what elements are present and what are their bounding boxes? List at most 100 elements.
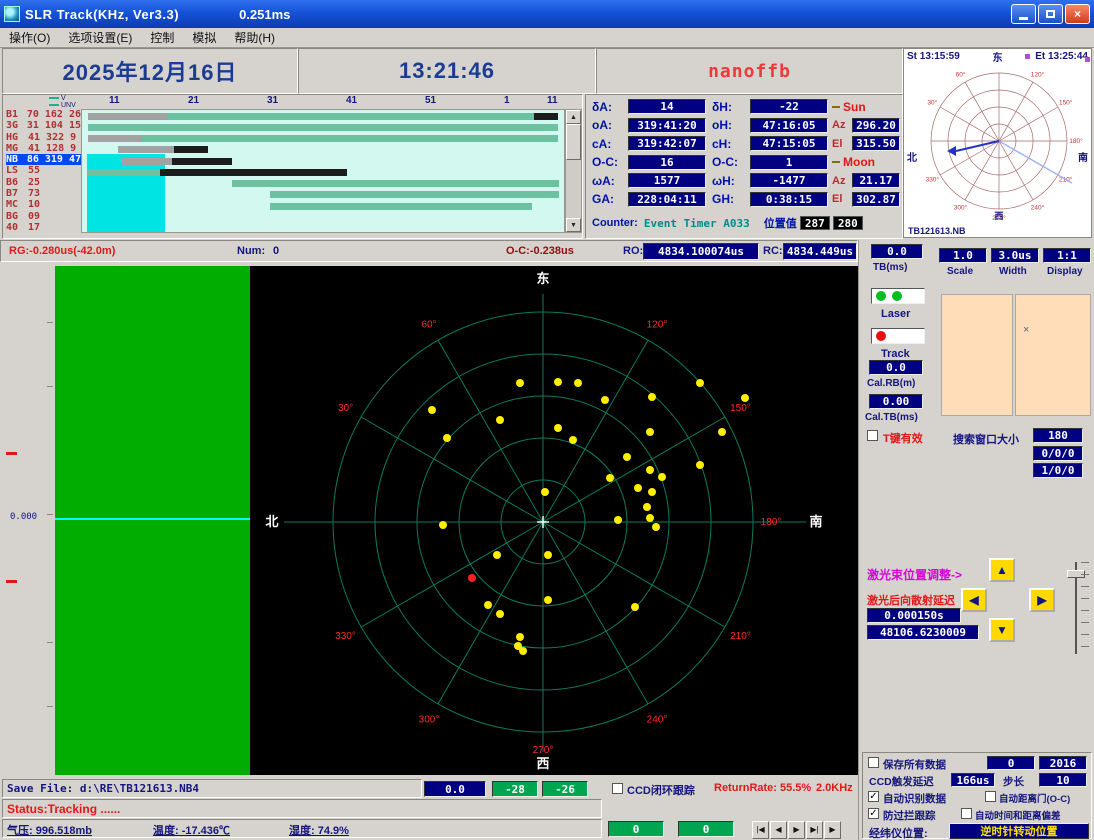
moon-az-value: 21.17 [852,173,900,188]
offset-y-value: -26 [542,781,588,797]
axis-label: 31 [267,95,278,106]
menu-item[interactable]: 选项设置(E) [59,27,141,48]
azimuth-label: 270° [533,745,554,756]
app-icon [4,6,20,22]
beam-right-button[interactable]: ▶ [1029,588,1055,612]
echo-point [646,428,654,436]
beam-down-button[interactable]: ▼ [989,618,1015,642]
display-label: Display [1047,266,1083,277]
echo-point [658,473,666,481]
sun-el-value: 315.50 [852,136,900,151]
echo-point [648,488,656,496]
menu-item[interactable]: 模拟 [183,27,225,48]
ccd-delay-input[interactable]: 166us [951,773,995,787]
transport-button[interactable]: ▶ [824,821,841,839]
time-display: 13:21:46 [399,58,495,84]
close-icon: × [1074,7,1081,21]
restore-button[interactable] [1038,4,1063,24]
echo-point [648,393,656,401]
target-panel: nanoffb [596,48,903,94]
search-counter-2: 1/0/0 [1033,463,1083,478]
step-input[interactable]: 10 [1039,773,1087,787]
telemetry-channel[interactable]: B773 [6,188,81,199]
telemetry-channel[interactable]: 4017 [6,222,81,233]
telemetry-bar [122,158,172,165]
telemetry-channel[interactable]: B625 [6,177,81,188]
menu-item[interactable]: 操作(O) [0,27,59,48]
telemetry-bar [172,158,232,165]
telemetry-channel[interactable]: MG41 128 9 [6,143,81,154]
transport-button[interactable]: ◀ [770,821,787,839]
telemetry-channel[interactable]: BG09 [6,210,81,221]
echo-point [496,610,504,618]
save-file-bar: Save File: d:\RE\TB121613.NB4 [2,779,422,798]
sun-az-value: 296.20 [852,118,900,133]
search-window-input[interactable]: 180 [1033,428,1083,443]
compass-label: 南 [809,514,822,529]
ro-value: 4834.100074us [643,243,759,260]
telemetry-channel[interactable]: B170 162 26 [6,109,81,120]
telemetry-bar [88,135,142,142]
ruler-marker [6,452,17,455]
sky-header: St 13:15:59 东 Et 13:25:44 [904,49,1091,64]
scrollbar-thumb[interactable] [566,124,581,160]
counter-box-2: 0 [678,821,734,837]
telemetry-channel[interactable]: LS55 [6,165,81,176]
auto-gate-checkbox[interactable] [985,791,996,802]
telemetry-channel[interactable]: MC10 [6,199,81,210]
mount-rotate-button[interactable]: 逆时针转动位置 [949,823,1089,839]
close-button[interactable]: × [1065,4,1090,24]
restore-icon [1046,10,1055,18]
echo-point [631,603,639,611]
tracking-row: GA:228:04:11GH:0:38:15 [592,192,832,207]
status-bar: Status:Tracking ...... [2,799,602,818]
cal-rb-label: Cal.RB(m) [867,378,915,389]
beam-left-button[interactable]: ◀ [961,588,987,612]
transport-button[interactable]: ▶| [806,821,823,839]
azimuth-label: 240° [647,714,668,725]
backscatter-value[interactable]: 0.000150s [867,608,961,623]
compass-label: 西 [994,211,1003,221]
cal-rb-value: 0.0 [869,360,923,375]
beam-up-button[interactable]: ▲ [989,558,1015,582]
telemetry-channel[interactable]: HG41 322 9 [6,132,81,143]
transport-button[interactable]: ▶ [788,821,805,839]
minimize-button[interactable] [1011,4,1036,24]
azimuth-label: 60° [421,320,436,331]
azimuth-label: 210° [730,631,751,642]
compass-label: 北 [265,514,278,529]
bias-value: 0.0 [424,781,486,797]
scroll-down-button[interactable]: ▼ [566,218,581,232]
anti-overlap-checkbox[interactable]: ✓ [868,808,879,819]
transport-button[interactable]: |◀ [752,821,769,839]
auto-identify-checkbox[interactable]: ✓ [868,791,879,802]
azimuth-label: 150° [730,403,751,414]
telemetry-scrollbar[interactable]: ▲ ▼ [565,109,582,233]
display-value: 1:1 [1043,248,1091,263]
telemetry-channel[interactable]: 3G31 104 15 [6,120,81,131]
sky-compass-north: 北 [907,149,917,164]
azimuth-label: 30° [927,99,937,107]
save-all-label: 保存所有数据 [883,757,946,772]
sky-plot-svg: 30°60°120°150°180°210°240°270°300°330°西 [904,65,1093,225]
echo-point [646,514,654,522]
auto-offset-checkbox[interactable] [961,808,972,819]
tracking-row: oA:319:41:20oH:47:16:05 [592,118,832,133]
tracking-rows: δA:14δH:-22oA:319:41:20oH:47:16:05cA:319… [592,99,832,210]
echo-point [484,601,492,609]
menu-item[interactable]: 帮助(H) [225,27,284,48]
ccd-loop-checkbox[interactable] [612,783,623,794]
t-key-checkbox[interactable] [867,430,878,441]
mount-position-label: 经纬仪位置: [869,825,928,840]
telemetry-channel[interactable]: NB86 319 47 [6,154,81,165]
laser-indicator [871,288,925,304]
save-file-path: Save File: d:\RE\TB121613.NB4 [3,780,421,797]
minimize-icon [1019,17,1028,20]
bottom-bars: Save File: d:\RE\TB121613.NB4 0.0 -28 -2… [0,778,858,840]
left-arrow-icon: ◀ [969,593,978,607]
scroll-up-button[interactable]: ▲ [566,110,581,124]
save-all-checkbox[interactable] [868,757,879,768]
menu-item[interactable]: 控制 [141,27,183,48]
echo-point [516,633,524,641]
down-arrow-icon: ▼ [996,623,1008,637]
